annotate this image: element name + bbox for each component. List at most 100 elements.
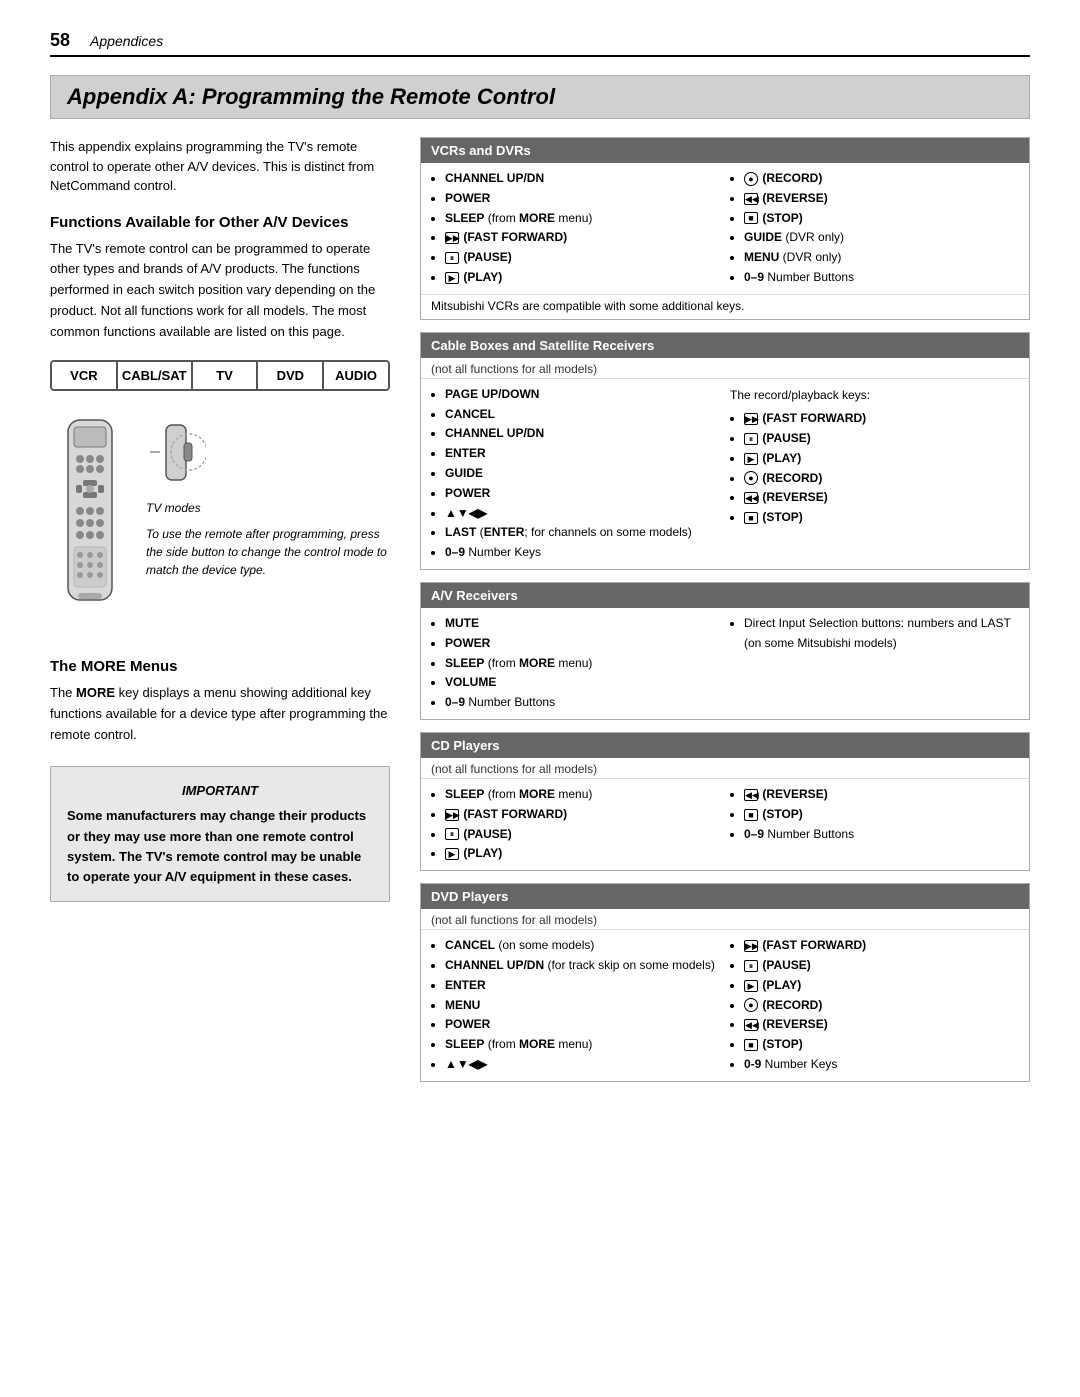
list-item: CHANNEL UP/DN (for track skip on some mo… (445, 956, 720, 976)
selector-vcr[interactable]: VCR (52, 362, 118, 389)
selector-tv[interactable]: TV (193, 362, 259, 389)
page-number: 58 (50, 30, 70, 51)
functions-body: The TV's remote control can be programme… (50, 239, 390, 343)
av-receivers-content: MUTE POWER SLEEP (from MORE menu) VOLUME… (421, 608, 1029, 719)
list-item: Direct Input Selection buttons: numbers … (744, 614, 1019, 654)
list-item: PAGE UP/DOWN (445, 385, 720, 405)
important-box: IMPORTANT Some manufacturers may change … (50, 766, 390, 902)
remote-selector-bar: VCR CABL/SAT TV DVD AUDIO (52, 362, 388, 389)
list-item: MUTE (445, 614, 720, 634)
cd-players-box: CD Players (not all functions for all mo… (420, 732, 1030, 871)
list-item: ● (RECORD) (744, 469, 1019, 489)
intro-text: This appendix explains programming the T… (50, 137, 390, 196)
tv-modes-label: TV modes (146, 501, 390, 515)
vcr-dvr-content: CHANNEL UP/DN POWER SLEEP (from MORE men… (421, 163, 1029, 294)
dvd-col2: ▶▶ (FAST FORWARD) ⏸ (PAUSE) ▶ (PLAY) ● (… (730, 936, 1019, 1075)
left-column: This appendix explains programming the T… (50, 137, 390, 1094)
vcr-dvr-box: VCRs and DVRs CHANNEL UP/DN POWER SLEEP … (420, 137, 1030, 320)
vcr-dvr-compat-note: Mitsubishi VCRs are compatible with some… (421, 294, 1029, 319)
list-item: MENU (445, 996, 720, 1016)
important-body: Some manufacturers may change their prod… (67, 806, 373, 887)
vcr-dvr-col2: ● (RECORD) ◀◀ (REVERSE) ■ (STOP) GUIDE (… (730, 169, 1019, 288)
list-item: CHANNEL UP/DN (445, 169, 720, 189)
selector-dvd[interactable]: DVD (258, 362, 324, 389)
cable-note: (not all functions for all models) (421, 358, 1029, 379)
av-col2: Direct Input Selection buttons: numbers … (730, 614, 1019, 713)
list-item: ■ (STOP) (744, 209, 1019, 229)
list-item: ▶▶ (FAST FORWARD) (744, 409, 1019, 429)
cd-col1: SLEEP (from MORE menu) ▶▶ (FAST FORWARD)… (431, 785, 720, 864)
page: 58 Appendices Appendix A: Programming th… (0, 0, 1080, 1134)
cable-header: Cable Boxes and Satellite Receivers (421, 333, 1029, 358)
dvd-col1: CANCEL (on some models) CHANNEL UP/DN (f… (431, 936, 720, 1075)
av-receivers-box: A/V Receivers MUTE POWER SLEEP (from MOR… (420, 582, 1030, 720)
section-title-header: Appendices (90, 33, 163, 49)
list-item: SLEEP (from MORE menu) (445, 209, 720, 229)
list-item: ENTER (445, 444, 720, 464)
list-item: ⏸ (PAUSE) (744, 429, 1019, 449)
vcr-dvr-header: VCRs and DVRs (421, 138, 1029, 163)
list-item: POWER (445, 189, 720, 209)
remote-illustration (50, 415, 130, 638)
list-item: 0–9 Number Buttons (744, 825, 1019, 845)
list-item: SLEEP (from MORE menu) (445, 785, 720, 805)
cable-content: PAGE UP/DOWN CANCEL CHANNEL UP/DN ENTER … (421, 379, 1029, 569)
list-item: ▶ (PLAY) (445, 844, 720, 864)
list-item: MENU (DVR only) (744, 248, 1019, 268)
list-item: ◀◀ (REVERSE) (744, 488, 1019, 508)
functions-title: Functions Available for Other A/V Device… (50, 214, 390, 231)
list-item: ● (RECORD) (744, 169, 1019, 189)
list-item: 0-9 Number Keys (744, 1055, 1019, 1075)
list-item: ENTER (445, 976, 720, 996)
caption-text: To use the remote after programming, pre… (146, 525, 390, 579)
list-item: ◀◀ (REVERSE) (744, 1015, 1019, 1035)
more-menus-title: The MORE Menus (50, 658, 390, 675)
list-item: SLEEP (from MORE menu) (445, 1035, 720, 1055)
list-item: ■ (STOP) (744, 508, 1019, 528)
list-item: ⏸ (PAUSE) (445, 248, 720, 268)
remote-desc: TV modes To use the remote after program… (146, 415, 390, 579)
more-menus-body: The MORE key displays a menu showing add… (50, 683, 390, 745)
list-item: ● (RECORD) (744, 996, 1019, 1016)
list-item: ▶▶ (FAST FORWARD) (445, 228, 720, 248)
cable-box: Cable Boxes and Satellite Receivers (not… (420, 332, 1030, 570)
list-item: ▶ (PLAY) (744, 976, 1019, 996)
dvd-players-box: DVD Players (not all functions for all m… (420, 883, 1030, 1082)
selector-audio[interactable]: AUDIO (324, 362, 388, 389)
list-item: ■ (STOP) (744, 1035, 1019, 1055)
cd-players-header: CD Players (421, 733, 1029, 758)
list-item: GUIDE (445, 464, 720, 484)
two-col-layout: This appendix explains programming the T… (50, 137, 1030, 1094)
list-item: CANCEL (on some models) (445, 936, 720, 956)
list-item: 0–9 Number Buttons (744, 268, 1019, 288)
dvd-note: (not all functions for all models) (421, 909, 1029, 930)
list-item: LAST (ENTER; for channels on some models… (445, 523, 720, 543)
page-header: 58 Appendices (50, 30, 1030, 57)
list-item: ◀◀ (REVERSE) (744, 785, 1019, 805)
list-item: ⏸ (PAUSE) (744, 956, 1019, 976)
vcr-dvr-col1: CHANNEL UP/DN POWER SLEEP (from MORE men… (431, 169, 720, 288)
selector-cablsat[interactable]: CABL/SAT (118, 362, 193, 389)
list-item: ▲▼◀▶ (445, 504, 720, 524)
cable-col1: PAGE UP/DOWN CANCEL CHANNEL UP/DN ENTER … (431, 385, 720, 563)
list-item: ▶▶ (FAST FORWARD) (445, 805, 720, 825)
list-item: CHANNEL UP/DN (445, 424, 720, 444)
cable-col2: The record/playback keys: ▶▶ (FAST FORWA… (730, 385, 1019, 563)
list-item: VOLUME (445, 673, 720, 693)
list-item: ▶ (PLAY) (744, 449, 1019, 469)
appendix-title: Appendix A: Programming the Remote Contr… (50, 75, 1030, 119)
remote-selector: VCR CABL/SAT TV DVD AUDIO (50, 360, 390, 391)
av-receivers-header: A/V Receivers (421, 583, 1029, 608)
right-column: VCRs and DVRs CHANNEL UP/DN POWER SLEEP … (420, 137, 1030, 1094)
cable-col2-header: The record/playback keys: (730, 385, 1019, 405)
list-item: GUIDE (DVR only) (744, 228, 1019, 248)
list-item: POWER (445, 484, 720, 504)
dvd-players-header: DVD Players (421, 884, 1029, 909)
cd-col2: ◀◀ (REVERSE) ■ (STOP) 0–9 Number Buttons (730, 785, 1019, 864)
list-item: ◀◀ (REVERSE) (744, 189, 1019, 209)
av-col1: MUTE POWER SLEEP (from MORE menu) VOLUME… (431, 614, 720, 713)
list-item: POWER (445, 1015, 720, 1035)
list-item: ▶▶ (FAST FORWARD) (744, 936, 1019, 956)
important-title: IMPORTANT (67, 781, 373, 801)
cd-note: (not all functions for all models) (421, 758, 1029, 779)
